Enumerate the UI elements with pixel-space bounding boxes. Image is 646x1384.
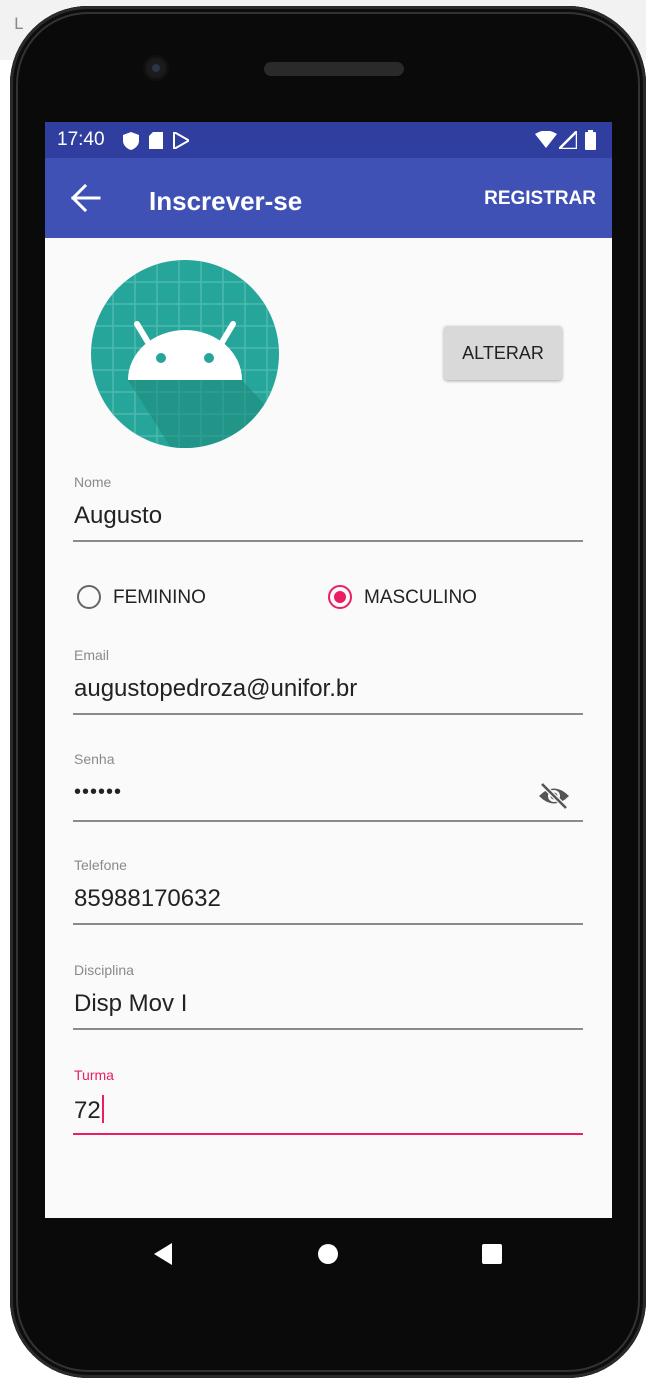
nav-recents-icon[interactable] xyxy=(481,1243,503,1265)
radio-selected-icon xyxy=(328,585,352,609)
page-title: Inscrever-se xyxy=(149,186,303,216)
phone-field[interactable]: Telefone 85988170632 xyxy=(73,857,583,927)
phone-value: 85988170632 xyxy=(74,885,221,912)
name-label: Nome xyxy=(74,474,112,490)
password-field[interactable]: Senha •••••• xyxy=(73,751,583,823)
password-label: Senha xyxy=(74,751,115,767)
class-value: 72 xyxy=(74,1097,101,1124)
discipline-field[interactable]: Disciplina Disp Mov I xyxy=(73,962,583,1032)
discipline-value: Disp Mov I xyxy=(74,990,188,1017)
visibility-off-icon[interactable] xyxy=(537,783,571,809)
change-photo-button[interactable]: ALTERAR xyxy=(444,326,562,380)
class-input[interactable]: 72 xyxy=(74,1095,104,1125)
nav-back-icon[interactable] xyxy=(152,1242,174,1266)
status-time: 17:40 xyxy=(57,129,105,150)
radio-masculino-label: MASCULINO xyxy=(364,587,477,608)
nav-home-icon[interactable] xyxy=(317,1243,339,1265)
status-bar: 17:40 xyxy=(45,122,612,158)
class-underline xyxy=(73,1133,583,1135)
email-value: augustopedroza@unifor.br xyxy=(74,675,358,702)
email-field[interactable]: Email augustopedroza@unifor.br xyxy=(73,647,583,717)
radio-unselected-icon xyxy=(77,585,101,609)
text-cursor xyxy=(101,1095,104,1123)
sd-card-icon xyxy=(149,132,163,149)
android-avatar-icon[interactable] xyxy=(91,260,279,448)
back-arrow-icon[interactable] xyxy=(71,184,101,212)
name-value: Augusto xyxy=(74,502,163,529)
battery-icon xyxy=(585,130,596,150)
app-bar: Inscrever-se REGISTRAR xyxy=(45,158,612,238)
name-field[interactable]: Nome Augusto xyxy=(73,474,583,544)
play-store-icon xyxy=(173,132,189,149)
name-underline xyxy=(73,540,583,542)
radio-feminino[interactable]: FEMININO xyxy=(77,584,227,616)
password-value: •••••• xyxy=(74,781,123,803)
discipline-underline xyxy=(73,1028,583,1030)
email-underline xyxy=(73,713,583,715)
earpiece-speaker xyxy=(264,62,404,76)
phone-label: Telefone xyxy=(74,857,127,873)
password-underline xyxy=(73,820,583,822)
app-screen: 17:40 Inscrever-se REGISTRAR ALTERAR Nom… xyxy=(45,122,612,1218)
radio-masculino[interactable]: MASCULINO xyxy=(328,584,498,616)
background-window-fragment: L xyxy=(14,14,23,33)
class-field[interactable]: Turma 72 xyxy=(73,1067,583,1137)
phone-underline xyxy=(73,923,583,925)
front-camera xyxy=(146,58,166,78)
signal-icon xyxy=(559,131,577,149)
email-label: Email xyxy=(74,647,110,663)
navigation-bar xyxy=(45,1218,612,1288)
register-button[interactable]: REGISTRAR xyxy=(484,188,596,210)
class-label: Turma xyxy=(74,1067,114,1083)
discipline-label: Disciplina xyxy=(74,962,134,978)
radio-feminino-label: FEMININO xyxy=(113,587,206,608)
wifi-icon xyxy=(535,131,557,148)
shield-icon xyxy=(123,132,139,150)
